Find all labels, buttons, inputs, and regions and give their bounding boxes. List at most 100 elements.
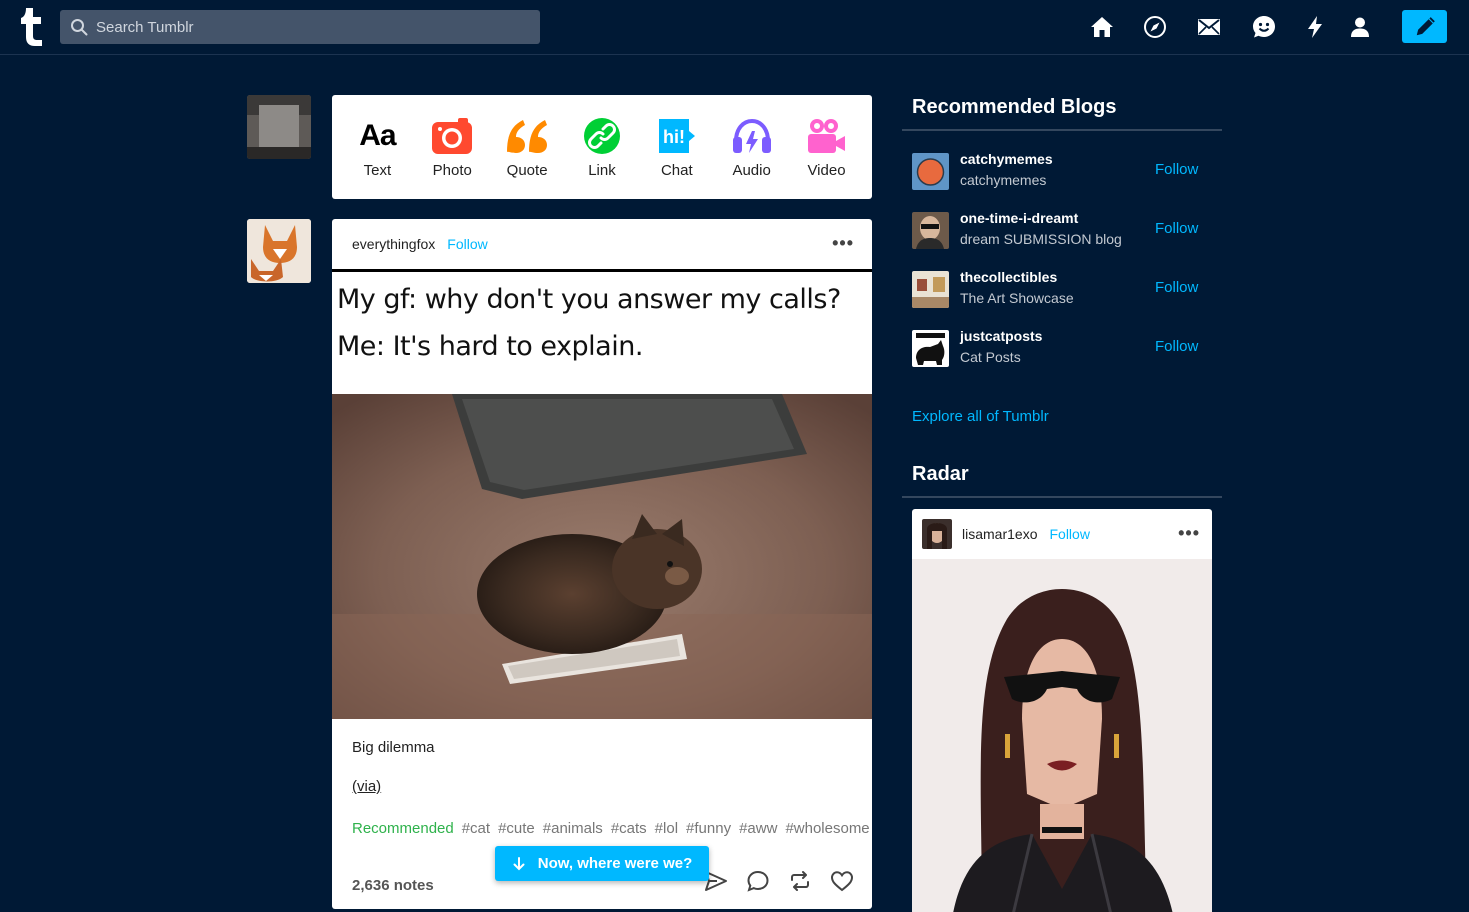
follow-button[interactable]: Follow xyxy=(1155,338,1198,355)
post-tag[interactable]: #cat xyxy=(462,820,490,837)
post-more-options-icon[interactable]: ••• xyxy=(832,233,854,254)
blog-name[interactable]: catchymemes xyxy=(960,151,1053,167)
follow-button[interactable]: Follow xyxy=(1155,161,1198,178)
compose-post-button[interactable] xyxy=(1402,10,1447,43)
chat-hi-icon: hi! xyxy=(658,118,695,153)
post-notes-count[interactable]: 2,636 notes xyxy=(352,877,434,894)
reply-comment-icon[interactable] xyxy=(746,869,770,893)
recommended-blogs-title: Recommended Blogs xyxy=(912,96,1117,118)
quote-icon xyxy=(507,119,548,153)
blog-title: dream SUBMISSION blog xyxy=(960,231,1122,247)
post-caption: Big dilemma xyxy=(352,739,435,756)
arrow-down-icon xyxy=(513,856,525,870)
radar-blog-avatar[interactable] xyxy=(922,519,952,549)
blog-name[interactable]: one-time-i-dreamt xyxy=(960,210,1078,226)
post-type-label: Video xyxy=(807,161,846,179)
post-follow-button[interactable]: Follow xyxy=(447,236,487,252)
recommended-blog-row[interactable]: justcatposts Cat Posts Follow xyxy=(912,328,1212,368)
camera-icon xyxy=(432,117,473,154)
blog-avatar[interactable] xyxy=(912,212,949,249)
post-type-label: Chat xyxy=(660,161,693,179)
blog-avatar[interactable] xyxy=(912,330,949,367)
post-tag[interactable]: #animals xyxy=(543,820,603,837)
post-type-audio[interactable]: Audio xyxy=(717,116,787,179)
post-tag[interactable]: #wholesome xyxy=(785,820,869,837)
sidebar-divider xyxy=(902,129,1222,131)
now-where-were-we-label: Now, where were we? xyxy=(537,855,693,872)
search-bar[interactable] xyxy=(60,10,540,44)
post-type-label: Photo xyxy=(432,161,472,179)
post-image-kitten[interactable] xyxy=(332,394,872,719)
post-author-avatar[interactable] xyxy=(247,219,311,283)
post-tags: Recommended #cat #cute #animals #cats #lol #fu… xyxy=(352,817,870,841)
post-header: everythingfox Follow ••• xyxy=(332,219,872,269)
meme-line: Me: It's hard to explain. xyxy=(337,331,643,362)
link-icon xyxy=(583,117,620,154)
blog-name[interactable]: thecollectibles xyxy=(960,269,1057,285)
recommended-blog-row[interactable]: thecollectibles The Art Showcase Follow xyxy=(912,269,1212,309)
messaging-smiley-icon[interactable] xyxy=(1251,14,1277,40)
radar-follow-button[interactable]: Follow xyxy=(1049,526,1089,542)
blog-avatar[interactable] xyxy=(912,271,949,308)
recommended-label: Recommended xyxy=(352,820,454,837)
account-person-icon[interactable] xyxy=(1347,14,1373,40)
post-body: Big dilemma (via) Recommended #cat #cute #a… xyxy=(332,719,872,841)
my-avatar[interactable] xyxy=(247,95,311,159)
post-tag[interactable]: #aww xyxy=(739,820,777,837)
explore-compass-icon[interactable] xyxy=(1142,14,1168,40)
blog-title: catchymemes xyxy=(960,172,1047,188)
text-aa-icon: Aa xyxy=(359,118,396,152)
search-input[interactable] xyxy=(96,18,516,36)
reblog-icon[interactable] xyxy=(788,869,812,893)
radar-post: lisamar1exo Follow ••• xyxy=(912,509,1212,912)
like-heart-icon[interactable] xyxy=(830,869,854,893)
search-icon xyxy=(71,19,88,36)
explore-all-link[interactable]: Explore all of Tumblr xyxy=(912,408,1049,425)
blog-name[interactable]: justcatposts xyxy=(960,328,1042,344)
now-where-were-we-button[interactable]: Now, where were we? xyxy=(495,846,709,881)
post-type-quote[interactable]: Quote xyxy=(492,116,562,179)
follow-button[interactable]: Follow xyxy=(1155,220,1198,237)
blog-title: Cat Posts xyxy=(960,349,1021,365)
activity-lightning-icon[interactable] xyxy=(1302,14,1328,40)
meme-line: My gf: why don't you answer my calls? xyxy=(337,284,841,315)
blog-title: The Art Showcase xyxy=(960,290,1074,306)
radar-post-header: lisamar1exo Follow ••• xyxy=(912,509,1212,559)
post-blog-name[interactable]: everythingfox xyxy=(352,236,435,252)
post-type-label: Link xyxy=(588,161,616,179)
post-type-label: Text xyxy=(363,161,392,179)
blog-avatar[interactable] xyxy=(912,153,949,190)
svg-text:hi!: hi! xyxy=(663,127,685,147)
post-via-link[interactable]: (via) xyxy=(352,778,852,817)
recommended-blog-row[interactable]: one-time-i-dreamt dream SUBMISSION blog … xyxy=(912,210,1212,250)
video-camera-icon xyxy=(808,118,846,153)
post-tag[interactable]: #lol xyxy=(655,820,678,837)
compose-panel: Aa Text Photo Quote Link hi! Chat Audio … xyxy=(332,95,872,199)
radar-more-options-icon[interactable]: ••• xyxy=(1178,523,1200,544)
post-type-chat[interactable]: hi! Chat xyxy=(642,116,712,179)
post-actions xyxy=(704,869,854,893)
sidebar-divider xyxy=(902,496,1222,498)
top-navigation-bar xyxy=(0,0,1469,55)
home-icon[interactable] xyxy=(1089,14,1115,40)
post-tag[interactable]: #cats xyxy=(611,820,647,837)
post-type-link[interactable]: Link xyxy=(567,116,637,179)
radar-blog-name[interactable]: lisamar1exo xyxy=(962,526,1037,542)
post-type-photo[interactable]: Photo xyxy=(417,116,487,179)
dashboard-post: everythingfox Follow ••• My gf: why don'… xyxy=(332,219,872,909)
post-tag[interactable]: #cute xyxy=(498,820,535,837)
post-type-text[interactable]: Aa Text xyxy=(342,116,412,179)
tumblr-logo-icon[interactable] xyxy=(20,8,46,46)
inbox-mail-icon[interactable] xyxy=(1196,14,1222,40)
radar-post-image[interactable] xyxy=(912,559,1212,912)
meme-text-area: My gf: why don't you answer my calls? Me… xyxy=(332,272,872,394)
follow-button[interactable]: Follow xyxy=(1155,279,1198,296)
radar-title: Radar xyxy=(912,463,969,485)
post-type-video[interactable]: Video xyxy=(791,116,861,179)
post-tag[interactable]: #funny xyxy=(686,820,731,837)
recommended-blog-row[interactable]: catchymemes catchymemes Follow xyxy=(912,151,1212,191)
post-type-label: Quote xyxy=(506,161,548,179)
post-type-label: Audio xyxy=(732,161,771,179)
headphones-icon xyxy=(732,118,771,153)
pencil-icon xyxy=(1416,16,1435,35)
